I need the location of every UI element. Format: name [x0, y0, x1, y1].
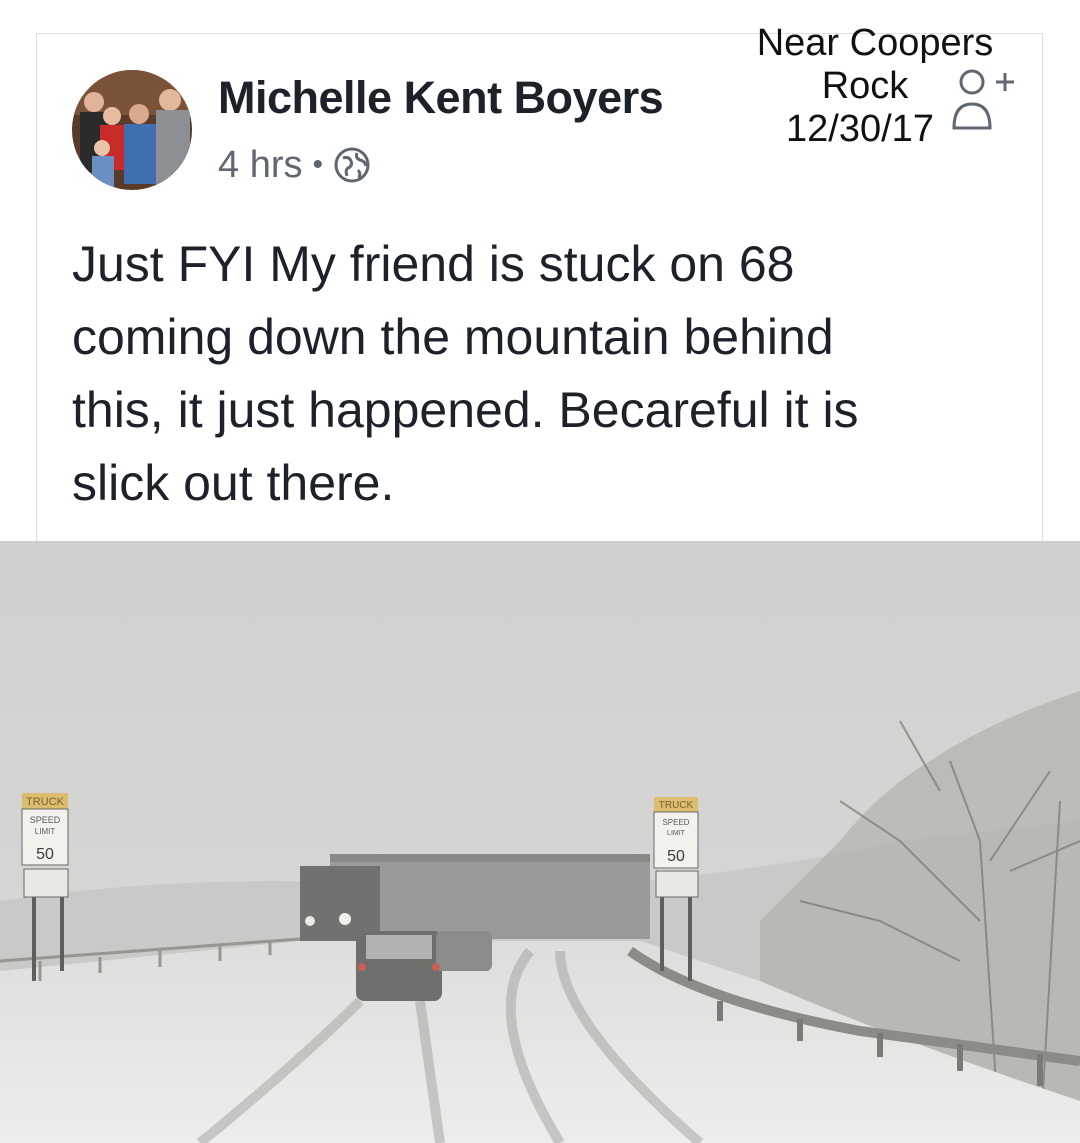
post-timestamp[interactable]: 4 hrs: [218, 144, 302, 187]
post-text: Just FYI My friend is stuck on 68 coming…: [72, 228, 1012, 520]
post-meta: 4 hrs •: [218, 140, 371, 190]
post-text-line: this, it just happened. Becareful it is: [72, 382, 859, 438]
avatar-photo: [72, 70, 192, 190]
globe-icon: [333, 146, 371, 184]
post-text-line: Just FYI My friend is stuck on 68: [72, 236, 795, 292]
meta-separator: •: [312, 148, 323, 181]
post-text-line: coming down the mountain behind: [72, 309, 834, 365]
author-name[interactable]: Michelle Kent Boyers: [218, 72, 664, 124]
avatar[interactable]: [72, 70, 192, 190]
overlay-line-1: Near Coopers: [756, 22, 994, 64]
post-text-line: slick out there.: [72, 455, 395, 511]
add-friend-icon[interactable]: [950, 64, 1020, 134]
snowy-highway-photo: TRUCK SPEED LIMIT 50 TRUCK SPEED LIMIT 5…: [0, 541, 1080, 1143]
post-photo[interactable]: TRUCK SPEED LIMIT 50 TRUCK SPEED LIMIT 5…: [0, 541, 1080, 1143]
